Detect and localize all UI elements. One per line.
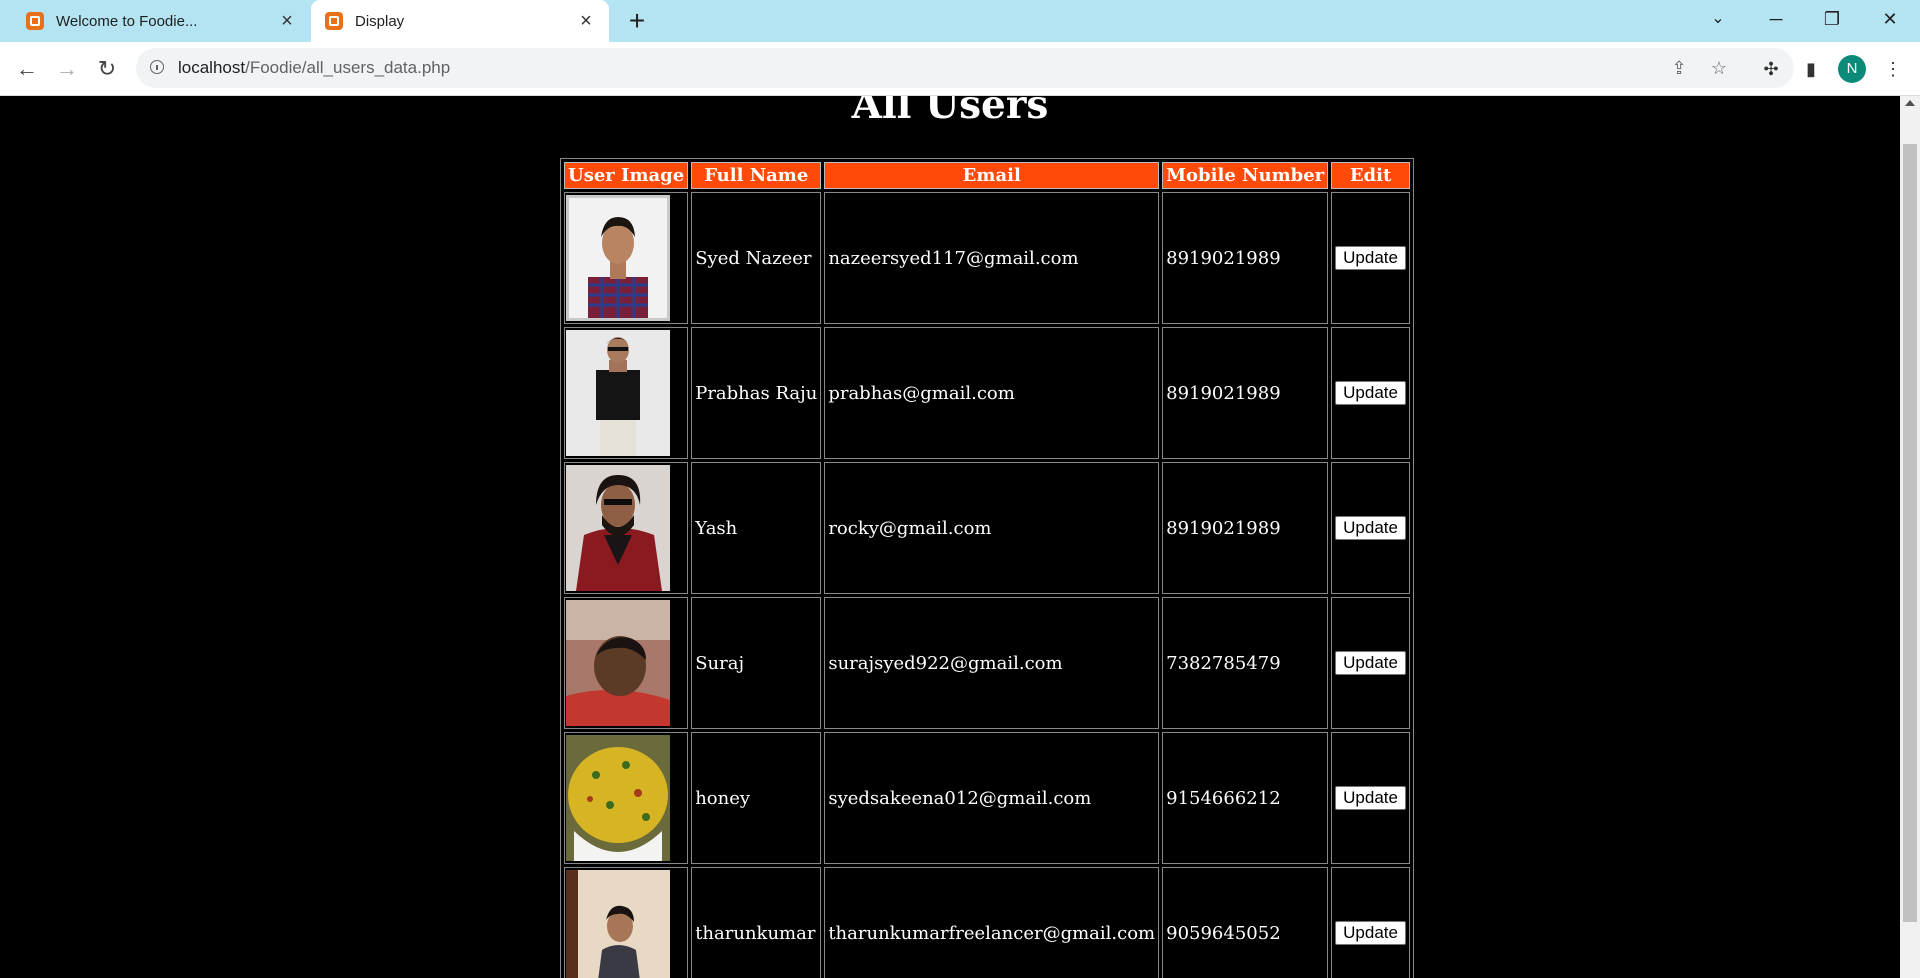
url-text[interactable]: localhost/Foodie/all_users_data.php [178, 48, 450, 88]
edit-cell: Update [1331, 192, 1410, 324]
tab-strip: Welcome to Foodie... × Display × + ⌄ ─ ❐… [0, 0, 1920, 42]
forward-arrow-icon[interactable]: → [52, 54, 82, 84]
user-mobile: 8919021989 [1162, 192, 1329, 324]
update-button[interactable]: Update [1335, 516, 1406, 540]
close-window-icon[interactable]: ✕ [1862, 0, 1918, 38]
url-path: /Foodie/all_users_data.php [245, 58, 451, 77]
table-row: honey syedsakeena012@gmail.com 915466621… [564, 732, 1410, 864]
user-full-name: Prabhas Raju [691, 327, 822, 459]
column-header-full-name: Full Name [691, 162, 822, 189]
table-row: tharunkumar tharunkumarfreelancer@gmail.… [564, 867, 1410, 978]
user-email: surajsyed922@gmail.com [824, 597, 1160, 729]
user-mobile: 7382785479 [1162, 597, 1329, 729]
column-header-edit: Edit [1331, 162, 1410, 189]
table-row: Suraj surajsyed922@gmail.com 7382785479 … [564, 597, 1410, 729]
user-full-name: tharunkumar [691, 867, 822, 978]
new-tab-icon[interactable]: + [622, 6, 652, 36]
edit-cell: Update [1331, 597, 1410, 729]
user-image-cell [564, 597, 689, 729]
update-button[interactable]: Update [1335, 921, 1406, 945]
column-header-user-image: User Image [564, 162, 689, 189]
table-row: Syed Nazeer nazeersyed117@gmail.com 8919… [564, 192, 1410, 324]
update-button[interactable]: Update [1335, 246, 1406, 270]
scroll-up-arrow-icon[interactable] [1905, 100, 1915, 106]
back-arrow-icon[interactable]: ← [12, 54, 42, 84]
update-button[interactable]: Update [1335, 786, 1406, 810]
user-full-name: honey [691, 732, 822, 864]
user-mobile: 8919021989 [1162, 462, 1329, 594]
user-image-cell [564, 867, 689, 978]
user-photo [566, 870, 670, 978]
user-image-cell [564, 192, 689, 324]
user-full-name: Suraj [691, 597, 822, 729]
reload-icon[interactable]: ↻ [92, 54, 122, 84]
user-mobile: 8919021989 [1162, 327, 1329, 459]
user-full-name: Yash [691, 462, 822, 594]
edit-cell: Update [1331, 327, 1410, 459]
column-header-email: Email [824, 162, 1160, 189]
users-table: User Image Full Name Email Mobile Number… [560, 158, 1414, 978]
user-photo [566, 735, 670, 861]
user-mobile: 9059645052 [1162, 867, 1329, 978]
address-bar[interactable]: localhost/Foodie/all_users_data.php ⇪ ☆ [136, 48, 1794, 88]
browser-menu-icon[interactable]: ⋮ [1878, 54, 1908, 84]
page-viewport: All Users User Image Full Name Email Mob… [0, 96, 1900, 978]
close-tab-icon[interactable]: × [274, 10, 300, 33]
profile-avatar[interactable]: N [1838, 55, 1866, 83]
bookmark-star-icon[interactable]: ☆ [1706, 56, 1732, 80]
tab-title: Display [355, 12, 405, 30]
site-info-icon[interactable] [150, 60, 164, 74]
user-photo [566, 195, 670, 321]
user-full-name: Syed Nazeer [691, 192, 822, 324]
table-row: Yash rocky@gmail.com 8919021989 Update [564, 462, 1410, 594]
update-button[interactable]: Update [1335, 381, 1406, 405]
tab-search-chevron-icon[interactable]: ⌄ [1690, 0, 1746, 38]
scrollbar-thumb[interactable] [1903, 144, 1917, 922]
extensions-puzzle-icon[interactable]: ✣ [1756, 54, 1786, 84]
tab-display[interactable]: Display × [311, 0, 609, 42]
browser-toolbar: ← → ↻ localhost/Foodie/all_users_data.ph… [0, 42, 1920, 96]
user-image-cell [564, 732, 689, 864]
user-photo [566, 465, 670, 591]
edit-cell: Update [1331, 462, 1410, 594]
update-button[interactable]: Update [1335, 651, 1406, 675]
xampp-favicon-icon [325, 12, 343, 30]
vertical-scrollbar[interactable] [1900, 96, 1920, 978]
user-email: nazeersyed117@gmail.com [824, 192, 1160, 324]
user-email: rocky@gmail.com [824, 462, 1160, 594]
user-photo [566, 600, 670, 726]
user-email: prabhas@gmail.com [824, 327, 1160, 459]
side-panel-icon[interactable]: ▮ [1796, 54, 1826, 84]
user-photo [566, 330, 670, 456]
minimize-icon[interactable]: ─ [1748, 0, 1804, 38]
user-email: syedsakeena012@gmail.com [824, 732, 1160, 864]
restore-icon[interactable]: ❐ [1804, 0, 1860, 38]
edit-cell: Update [1331, 867, 1410, 978]
column-header-mobile-number: Mobile Number [1162, 162, 1329, 189]
tab-title: Welcome to Foodie... [56, 12, 198, 30]
page-title: All Users [851, 96, 1049, 128]
tab-welcome-foodie[interactable]: Welcome to Foodie... × [8, 0, 310, 42]
table-header-row: User Image Full Name Email Mobile Number… [564, 162, 1410, 189]
close-tab-icon[interactable]: × [573, 10, 599, 33]
share-icon[interactable]: ⇪ [1666, 56, 1692, 80]
user-email: tharunkumarfreelancer@gmail.com [824, 867, 1160, 978]
user-image-cell [564, 462, 689, 594]
table-row: Prabhas Raju prabhas@gmail.com 891902198… [564, 327, 1410, 459]
xampp-favicon-icon [26, 12, 44, 30]
edit-cell: Update [1331, 732, 1410, 864]
user-image-cell [564, 327, 689, 459]
url-host: localhost [178, 58, 246, 77]
user-mobile: 9154666212 [1162, 732, 1329, 864]
